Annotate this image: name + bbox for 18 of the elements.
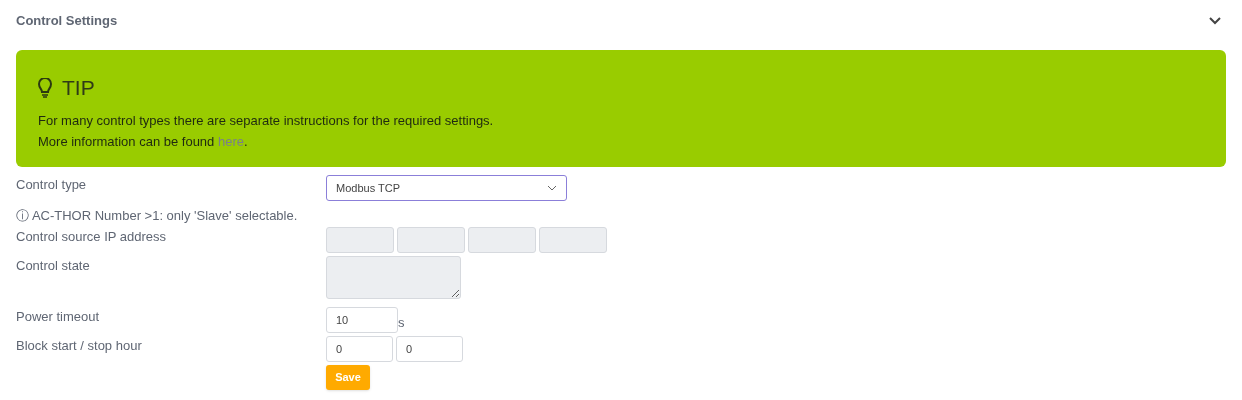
tip-title: TIP [62, 75, 95, 101]
unit-label: s [398, 314, 405, 332]
field-label: Block start / stop hour [16, 336, 143, 355]
tip-text: More information can be found here. [38, 132, 249, 151]
control-type-select[interactable]: Modbus TCP [326, 175, 567, 201]
field-label: Control source IP address [16, 227, 168, 246]
field-label: Power timeout [16, 307, 101, 326]
chevron-icon[interactable] [1209, 17, 1221, 25]
tip-text: For many control types there are separate instructions for the required settings. [38, 111, 495, 130]
power-timeout-field[interactable]: 10 [326, 306, 398, 333]
field-label: Control state [16, 256, 91, 275]
section-title: Control Settings [16, 12, 118, 31]
start-hour-field[interactable]: 0 [326, 335, 393, 362]
chevron-icon [547, 185, 557, 191]
lightbulb-icon [38, 77, 52, 98]
info-note: ⓘ AC-THOR Number >1: only 'Slave' selectable. [16, 208, 298, 223]
field-label: Control type [16, 176, 88, 194]
stop-hour-field[interactable]: 0 [396, 335, 463, 362]
